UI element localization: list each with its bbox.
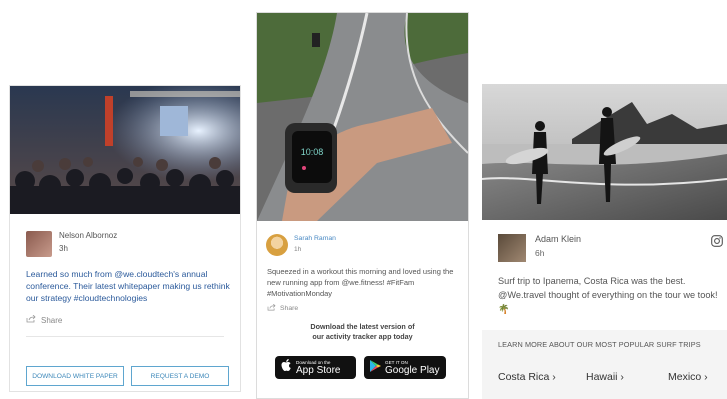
post-text: Squeezed in a workout this morning and l…	[267, 267, 454, 298]
google-play-icon	[370, 359, 381, 377]
share-label: Share	[280, 305, 299, 312]
cta-line-1: Download the latest version of	[310, 322, 415, 331]
avatar[interactable]	[498, 234, 526, 262]
share-label: Share	[41, 315, 63, 325]
conference-photo	[10, 86, 240, 214]
avatar[interactable]	[266, 234, 288, 256]
author-name[interactable]: Adam Klein	[535, 234, 581, 244]
svg-text:10:08: 10:08	[301, 147, 324, 157]
destination-link-mexico[interactable]: Mexico ›	[668, 371, 708, 383]
instagram-icon[interactable]	[711, 234, 723, 247]
author-name[interactable]: Sarah Raman	[294, 235, 336, 242]
share-button[interactable]: Share	[267, 303, 299, 313]
cta-line-2: our activity tracker app today	[312, 332, 413, 341]
destination-link-costa-rica[interactable]: Costa Rica ›	[498, 371, 556, 383]
surfers-beach-photo	[482, 84, 727, 220]
app-download-cta: Download the latest version of our activ…	[267, 322, 458, 342]
post-text: Learned so much from @we.cloudtech's ann…	[26, 269, 230, 303]
share-icon	[26, 314, 36, 325]
post-text: Surf trip to Ipanema, Costa Rica was the…	[498, 276, 718, 314]
app-store-button[interactable]: Download on the App Store	[275, 356, 356, 379]
share-button[interactable]: Share	[26, 314, 63, 325]
post-card-surf: Adam Klein 6h Surf trip to Ipanema, Cost…	[482, 84, 727, 399]
smartwatch-photo: 10:08	[257, 13, 468, 221]
post-card-fitness: 10:08 Sarah Raman 1h Squeezed in a worko…	[256, 12, 469, 399]
avatar[interactable]	[26, 231, 52, 257]
request-demo-button[interactable]: REQUEST A DEMO	[131, 366, 229, 386]
share-icon	[267, 303, 276, 313]
post-time: 6h	[535, 248, 545, 258]
google-play-button[interactable]: GET IT ON Google Play	[364, 356, 446, 379]
destination-link-hawaii[interactable]: Hawaii ›	[586, 371, 624, 383]
post-time: 3h	[59, 244, 68, 253]
download-white-paper-button[interactable]: DOWNLOAD WHITE PAPER	[26, 366, 124, 386]
post-card-conference: Nelson Albornoz 3h Learned so much from …	[9, 85, 241, 392]
learn-more-heading: LEARN MORE ABOUT OUR MOST POPULAR SURF T…	[498, 340, 701, 349]
author-name[interactable]: Nelson Albornoz	[59, 231, 117, 240]
divider	[26, 336, 224, 337]
post-time: 1h	[294, 246, 302, 253]
google-play-label: Google Play	[385, 364, 440, 376]
app-store-label: App Store	[296, 364, 341, 376]
apple-icon	[281, 358, 292, 377]
